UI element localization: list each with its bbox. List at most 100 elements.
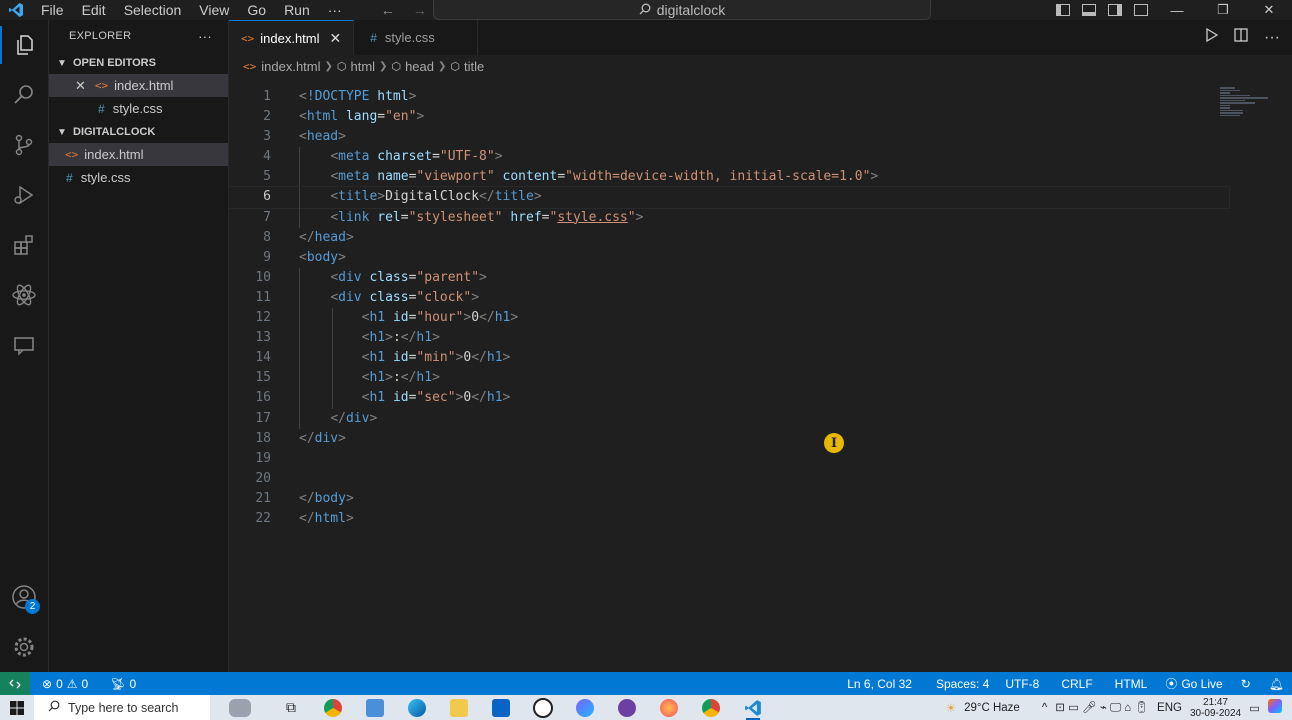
weather-icon[interactable]: ☀ — [946, 701, 956, 715]
go-live-label: Go Live — [1181, 676, 1223, 691]
tab-index-html[interactable]: <> index.html ✕ — [229, 20, 355, 55]
minimap[interactable] — [1220, 87, 1270, 127]
menu-view[interactable]: View — [190, 2, 238, 18]
manage-gear-icon[interactable] — [0, 622, 48, 672]
warning-count: 0 — [81, 676, 89, 691]
encoding[interactable]: UTF-8 — [997, 677, 1047, 691]
ports-indicator[interactable]: 📡︎ 0 — [96, 677, 144, 691]
language-indicator[interactable]: ENG — [1157, 702, 1182, 714]
breadcrumb-file[interactable]: index.html — [261, 59, 320, 74]
activity-bar: 2 — [0, 20, 49, 672]
line-number: 1 — [263, 89, 271, 104]
menu-edit[interactable]: Edit — [73, 2, 115, 18]
source-control-icon[interactable] — [0, 120, 48, 170]
more-actions-icon[interactable]: ··· — [1264, 29, 1280, 47]
close-window-icon[interactable]: ✕ — [1246, 2, 1292, 18]
element-icon: ⬡ — [336, 60, 347, 73]
explorer-more-icon[interactable]: ··· — [198, 29, 212, 44]
file-icon[interactable] — [354, 695, 396, 720]
copilot-icon[interactable] — [564, 695, 606, 720]
explorer-icon[interactable] — [0, 20, 48, 70]
line-number: 7 — [263, 209, 271, 225]
file-index-html[interactable]: <> index.html — [49, 143, 228, 166]
project-header: DIGITALCLOCK — [73, 126, 156, 138]
weather-text[interactable]: 29°C Haze — [964, 702, 1020, 714]
headset-widget-icon[interactable] — [210, 695, 270, 720]
open-editor-index-html[interactable]: ✕ <> index.html — [49, 74, 228, 97]
taskbar-search-placeholder: Type here to search — [68, 700, 179, 715]
search-view-icon[interactable] — [0, 70, 48, 120]
toggle-secondary-sidebar-icon[interactable] — [1108, 4, 1122, 16]
split-editor-icon[interactable] — [1234, 28, 1248, 47]
notifications-icon[interactable]: ▭ — [1249, 701, 1260, 715]
element-icon: ⬡ — [391, 60, 402, 73]
react-icon[interactable] — [0, 270, 48, 320]
remote-explorer-icon[interactable] — [0, 320, 48, 370]
windows-start-icon[interactable] — [0, 700, 34, 715]
firefox-icon[interactable] — [648, 695, 690, 720]
toggle-panel-icon[interactable] — [1082, 4, 1096, 16]
edge-icon[interactable] — [396, 695, 438, 720]
back-arrow-icon[interactable]: ← — [381, 2, 395, 18]
accounts-icon[interactable]: 2 — [0, 572, 48, 622]
breadcrumb-head[interactable]: head — [405, 59, 434, 74]
sync-icon[interactable]: ↻ — [1231, 677, 1261, 691]
menu-run[interactable]: Run — [275, 2, 319, 18]
run-play-icon[interactable] — [1206, 27, 1219, 47]
clock[interactable]: 21:47 30-09-2024 — [1190, 697, 1241, 719]
chrome-icon[interactable] — [312, 695, 354, 720]
code-line: 9 < body > — [229, 248, 1229, 268]
extensions-icon[interactable] — [0, 220, 48, 270]
close-tab-icon[interactable]: ✕ — [330, 30, 342, 47]
vscode-logo-icon — [0, 2, 32, 18]
code-line: 7 < link rel = "stylesheet" href = " style.css… — [229, 207, 1229, 228]
menu-more[interactable]: ··· — [319, 2, 351, 18]
outlook-icon[interactable] — [480, 695, 522, 720]
open-editor-style-css[interactable]: # style.css — [49, 97, 228, 120]
explorer-sidebar: EXPLORER ··· ▼ OPEN EDITORS ✕ <> index.h… — [49, 20, 229, 672]
code-link[interactable]: style.css — [557, 208, 627, 228]
end-of-line[interactable]: CRLF — [1047, 677, 1100, 691]
breadcrumb-title[interactable]: title — [464, 59, 484, 74]
code-editor[interactable]: 1 < !DOCTYPE html > 2 < html lang = "en" > 3 < hea… — [228, 87, 1230, 529]
breadcrumb-html[interactable]: html — [351, 59, 376, 74]
cursor-position[interactable]: Ln 6, Col 32 — [839, 677, 920, 691]
colorful-app-icon[interactable] — [1268, 699, 1282, 716]
file-style-css[interactable]: # style.css — [49, 166, 228, 189]
indentation[interactable]: Spaces: 4 — [920, 677, 997, 691]
menu-file[interactable]: File — [32, 2, 73, 18]
forward-arrow-icon[interactable]: → — [413, 2, 427, 18]
chevron-up-icon[interactable]: ^ — [1042, 702, 1047, 714]
command-center-search[interactable]: digitalclock — [433, 0, 931, 20]
task-view-icon[interactable]: ⧉ — [270, 695, 312, 720]
remote-indicator-icon[interactable] — [0, 672, 30, 695]
toggle-primary-sidebar-icon[interactable] — [1056, 4, 1070, 16]
language-mode[interactable]: HTML — [1101, 677, 1156, 691]
vscode-taskbar-icon[interactable] — [732, 695, 774, 720]
html-file-icon: <> — [243, 59, 257, 73]
html-file-icon: <> — [65, 148, 79, 161]
restore-icon[interactable]: ❐ — [1200, 2, 1246, 18]
dell-icon[interactable] — [522, 695, 564, 720]
run-debug-icon[interactable] — [0, 170, 48, 220]
line-number: 2 — [263, 109, 271, 125]
line-number: 4 — [263, 149, 271, 165]
chrome-icon-2[interactable] — [690, 695, 732, 720]
github-icon[interactable] — [606, 695, 648, 720]
tray-icons[interactable]: ⊡ ▭ 🎤︎ ⌁ 🖵︎ ⌂ 🔋︎ — [1055, 700, 1149, 715]
notifications-bell-icon[interactable]: 🔔︎ — [1261, 677, 1292, 691]
minimize-icon[interactable]: — — [1154, 3, 1200, 18]
go-live-button[interactable]: ⦿ Go Live — [1155, 675, 1230, 692]
menu-selection[interactable]: Selection — [115, 2, 191, 18]
taskbar-search-box[interactable]: Type here to search — [34, 695, 210, 720]
close-editor-icon[interactable]: ✕ — [75, 78, 86, 94]
customize-layout-icon[interactable] — [1134, 4, 1148, 16]
ports-icon: 📡︎ — [110, 676, 126, 691]
tab-style-css[interactable]: # style.css — [354, 20, 478, 55]
project-section[interactable]: ▼ DIGITALCLOCK — [49, 121, 228, 143]
menu-go[interactable]: Go — [238, 2, 275, 18]
open-editors-section[interactable]: ▼ OPEN EDITORS — [49, 52, 228, 74]
file-explorer-icon[interactable] — [438, 695, 480, 720]
problems-indicator[interactable]: ⊗ 0 ⚠ 0 — [30, 677, 96, 691]
line-number: 8 — [263, 229, 271, 245]
